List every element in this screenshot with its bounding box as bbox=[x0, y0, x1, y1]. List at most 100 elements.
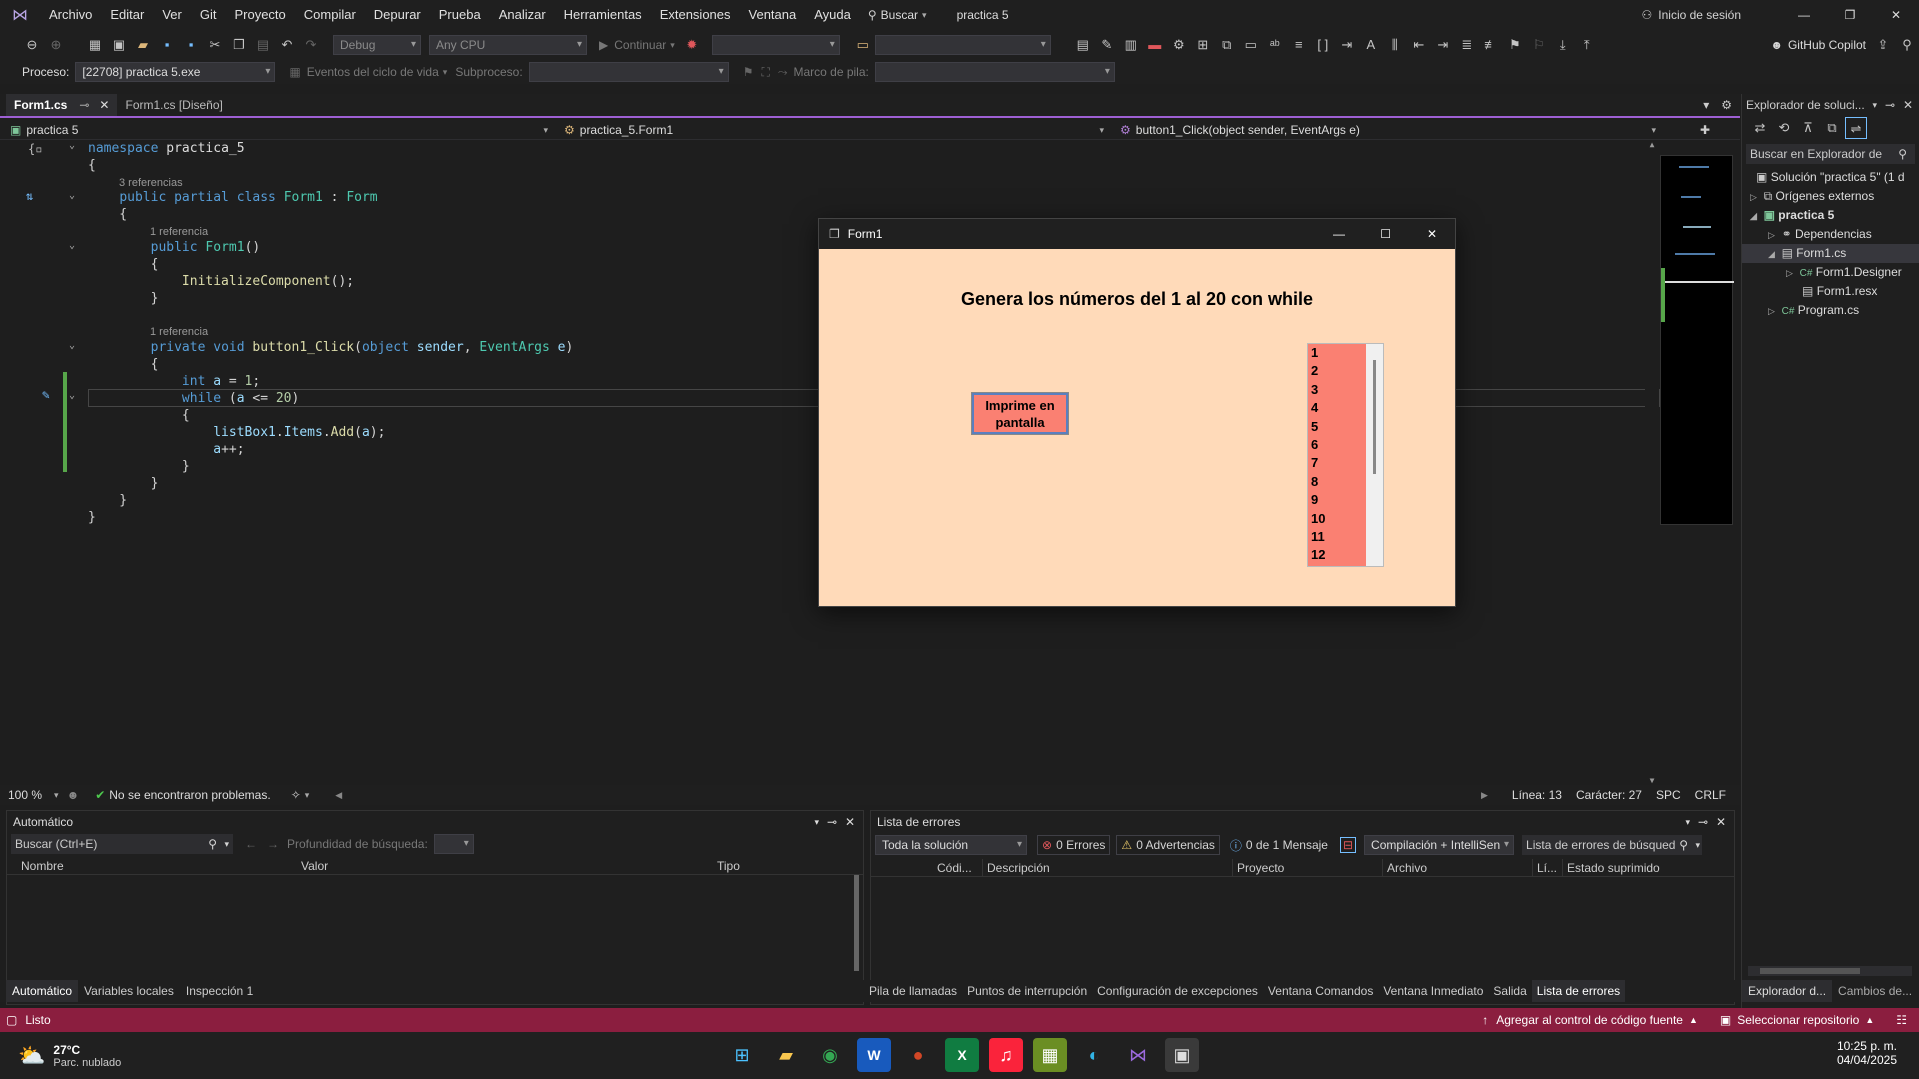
minecraft-icon[interactable]: ▦ bbox=[1033, 1038, 1067, 1072]
class-dropdown[interactable]: ⚙ practica_5.Form1 ▾ bbox=[556, 123, 1112, 137]
collapse-icon[interactable]: ◢ bbox=[1768, 249, 1775, 259]
process-select[interactable]: [22708] practica 5.exe bbox=[75, 62, 276, 82]
chevron-down-icon[interactable]: ▾ bbox=[305, 790, 310, 801]
bookmark-prev-icon[interactable]: ⚐ bbox=[1528, 34, 1550, 56]
panel-icon[interactable]: ▭ bbox=[1240, 34, 1262, 56]
config-select[interactable]: Debug bbox=[333, 35, 421, 55]
menu-item-ayuda[interactable]: Ayuda bbox=[805, 0, 860, 30]
scroll-thumb[interactable] bbox=[854, 875, 859, 971]
brackets-icon[interactable]: [ ] bbox=[1312, 34, 1334, 56]
weather-widget[interactable]: 27°C Parc. nublado bbox=[53, 1043, 121, 1069]
tools-icon[interactable]: ⚙ bbox=[1168, 34, 1190, 56]
tree-item-program[interactable]: ▷ C# Program.cs bbox=[1742, 301, 1919, 320]
sync-icon[interactable]: ⇄ bbox=[1749, 117, 1771, 139]
filter-build-icon[interactable]: ⊟ bbox=[1339, 837, 1357, 853]
tab-bottom-right[interactable]: Puntos de interrupción bbox=[962, 980, 1092, 1002]
menu-item-depurar[interactable]: Depurar bbox=[365, 0, 430, 30]
menu-item-ventana[interactable]: Ventana bbox=[740, 0, 806, 30]
column-description[interactable]: Descripción bbox=[983, 858, 1233, 877]
chevron-down-icon[interactable]: ▾ bbox=[814, 811, 819, 833]
bookmark-icon[interactable]: ⚑ bbox=[1504, 34, 1526, 56]
depth-select[interactable] bbox=[433, 834, 474, 854]
error-search-input[interactable]: Lista de errores de búsqued ⚲ ▾ bbox=[1522, 835, 1703, 855]
fold-icon[interactable]: ⌄ bbox=[69, 140, 75, 151]
minimap-viewport[interactable] bbox=[1661, 281, 1734, 283]
build-select[interactable]: Compilación + IntelliSen bbox=[1364, 835, 1515, 855]
running-app-icon[interactable]: ▣ bbox=[1165, 1038, 1199, 1072]
case-icon[interactable]: A bbox=[1360, 34, 1382, 56]
fold-icon[interactable]: ⌄ bbox=[69, 240, 75, 251]
tab-bottom-left[interactable]: Inspección 1 bbox=[180, 980, 259, 1002]
thread-filter-icon[interactable]: ⛶ bbox=[761, 65, 769, 80]
chrome-icon[interactable]: ◉ bbox=[813, 1038, 847, 1072]
tab-bottom-right[interactable]: Configuración de excepciones bbox=[1092, 980, 1263, 1002]
collapse-icon[interactable]: ◢ bbox=[1750, 211, 1757, 221]
show-all-icon[interactable]: ⧉ bbox=[1821, 117, 1843, 139]
continue-button[interactable]: ▶ Continuar ▾ bbox=[599, 38, 675, 52]
warnings-filter[interactable]: ⚠ 0 Advertencias bbox=[1116, 835, 1220, 855]
login-button[interactable]: ⚇ Inicio de sesión bbox=[1642, 8, 1741, 22]
problems-status[interactable]: No se encontraron problemas. bbox=[109, 788, 270, 802]
expand-icon[interactable]: ▷ bbox=[1750, 192, 1757, 202]
source-control-button[interactable]: Agregar al control de código fuente bbox=[1496, 1013, 1683, 1027]
collapse-icon[interactable]: ⊼ bbox=[1797, 117, 1819, 139]
frames-icon[interactable]: ⧉ bbox=[1216, 34, 1238, 56]
menu-item-proyecto[interactable]: Proyecto bbox=[225, 0, 294, 30]
column-suppression[interactable]: Estado suprimido bbox=[1563, 859, 1660, 877]
menu-item-prueba[interactable]: Prueba bbox=[430, 0, 490, 30]
toolbox-icon[interactable]: ▬ bbox=[1144, 34, 1166, 56]
outdent-icon[interactable]: ⇤ bbox=[1408, 34, 1430, 56]
search-box[interactable]: ⚲ Buscar ▾ bbox=[868, 8, 927, 22]
restore-icon[interactable]: ❐ bbox=[1827, 8, 1873, 22]
chevron-down-icon[interactable]: ▾ bbox=[54, 790, 59, 801]
column-file[interactable]: Archivo bbox=[1383, 858, 1533, 877]
tab-form1-cs[interactable]: Form1.cs ⊸ ✕ bbox=[6, 94, 118, 116]
cleanup-icon[interactable]: ✧ bbox=[291, 788, 301, 802]
stack-select[interactable] bbox=[874, 62, 1115, 82]
outline-icon[interactable]: ⊞ bbox=[1192, 34, 1214, 56]
fold-icon[interactable]: ⌄ bbox=[69, 190, 75, 201]
expand-icon[interactable]: ▷ bbox=[1768, 306, 1775, 316]
indent-icon[interactable]: ⇥ bbox=[1336, 34, 1358, 56]
weather-icon[interactable]: ⛅ bbox=[18, 1043, 45, 1069]
copilot-button[interactable]: ☻ GitHub Copilot bbox=[1770, 38, 1866, 52]
pin-icon[interactable]: ⊸ bbox=[79, 94, 89, 116]
new-project-icon[interactable]: ▦ bbox=[84, 34, 106, 56]
visual-studio-icon[interactable]: ⋈ bbox=[1121, 1038, 1155, 1072]
edit-pencil-icon[interactable]: ✎ bbox=[42, 388, 50, 403]
whitespace-mode[interactable]: SPC bbox=[1656, 788, 1681, 802]
scroll-up-icon[interactable]: ▲ bbox=[1645, 140, 1659, 149]
scroll-left-icon[interactable]: ◀ bbox=[335, 790, 342, 801]
menu-item-editar[interactable]: Editar bbox=[101, 0, 153, 30]
copilot-status-icon[interactable]: ☻ bbox=[67, 788, 80, 802]
clock[interactable]: 10:25 p. m. 04/04/2025 bbox=[1837, 1039, 1897, 1067]
column-line[interactable]: Lí... bbox=[1533, 858, 1563, 877]
minimize-icon[interactable]: — bbox=[1781, 8, 1827, 22]
vertical-scrollbar[interactable] bbox=[851, 863, 861, 983]
menu-item-ver[interactable]: Ver bbox=[153, 0, 191, 30]
tab-bottom-right[interactable]: Salida bbox=[1488, 980, 1531, 1002]
forward-icon[interactable]: ⊕ bbox=[45, 34, 67, 56]
maximize-icon[interactable]: ☐ bbox=[1380, 219, 1391, 249]
pin-icon[interactable]: ⊸ bbox=[1885, 98, 1895, 112]
debug-target-select[interactable] bbox=[711, 35, 840, 55]
powerpoint-icon[interactable]: ● bbox=[901, 1038, 935, 1072]
settings-icon[interactable]: ⚙ bbox=[1721, 98, 1732, 112]
close-icon[interactable]: ✕ bbox=[1427, 219, 1437, 249]
window-icon[interactable]: ▥ bbox=[1120, 34, 1142, 56]
solution-search[interactable]: Buscar en Explorador de ⚲ bbox=[1746, 144, 1915, 164]
column-type[interactable]: Tipo bbox=[713, 857, 740, 875]
close-icon[interactable]: ✕ bbox=[845, 811, 855, 833]
menu-item-analizar[interactable]: Analizar bbox=[490, 0, 555, 30]
column-value[interactable]: Valor bbox=[297, 857, 713, 875]
feedback-icon[interactable]: ⚲ bbox=[1896, 34, 1918, 56]
autos-search-input[interactable]: Buscar (Ctrl+E) ⚲ ▾ bbox=[11, 834, 233, 854]
tab-list-icon[interactable]: ▾ bbox=[1703, 98, 1709, 112]
menu-item-archivo[interactable]: Archivo bbox=[40, 0, 101, 30]
back-icon[interactable]: ⊖ bbox=[21, 34, 43, 56]
print-button[interactable]: Imprime en pantalla bbox=[971, 392, 1069, 435]
char-number[interactable]: Carácter: 27 bbox=[1576, 788, 1642, 802]
close-icon[interactable]: ✕ bbox=[1903, 98, 1913, 112]
fold-icon[interactable]: ⌄ bbox=[69, 340, 75, 351]
notifications-icon[interactable]: ☷ bbox=[1896, 1013, 1907, 1027]
